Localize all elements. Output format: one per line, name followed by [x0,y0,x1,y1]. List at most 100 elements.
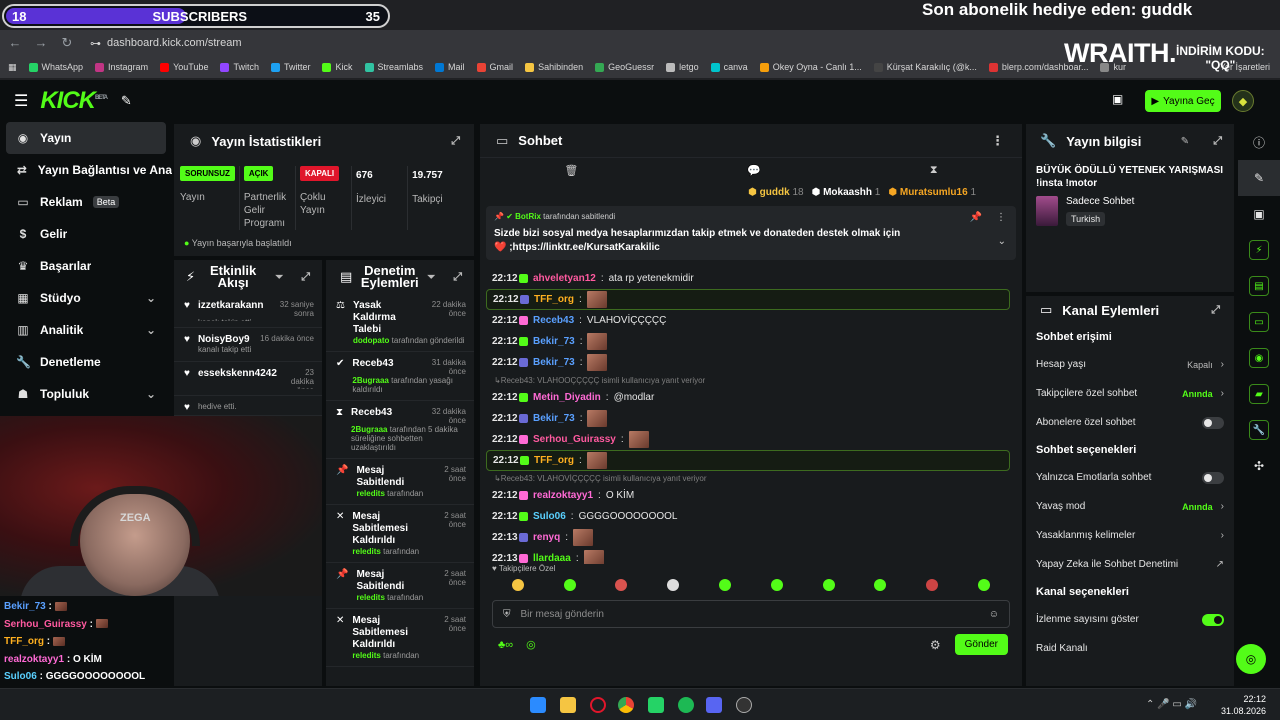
emote-icon[interactable] [822,579,835,591]
back-icon[interactable]: ← [4,33,26,53]
info-icon[interactable]: ⓘ [1238,124,1280,160]
send-button[interactable]: Gönder [954,634,1008,655]
emote-icon[interactable] [978,579,991,591]
discord-icon[interactable] [706,697,722,713]
users-icon[interactable]: ♣∞ ◎ [498,638,536,651]
expand-icon[interactable]: ⤢ [453,271,462,284]
toggle-switch[interactable] [1202,416,1224,429]
mod-action-actor[interactable]: 2Bugraaa [351,425,387,434]
leader-entry[interactable]: ⬢ guddk 18 [748,187,803,198]
sidebar-item-achievements[interactable]: ♛ Başarılar [0,250,172,282]
chat-bubble-icon[interactable]: 💬 [747,164,761,177]
channel-option-row[interactable]: Raid Kanalı [1026,634,1234,663]
filter-icon[interactable]: ⏷ [427,272,435,283]
bookmark-item[interactable]: WhatsApp [28,62,83,72]
channel-option-row[interactable]: Abonelere özel sohbet [1026,408,1234,437]
wrench-icon[interactable]: 🔧 [1238,412,1280,448]
emote-icon[interactable] [926,579,939,591]
emoji-icon[interactable]: ☺ [989,609,999,620]
mod-action-actor[interactable]: reledits [356,593,384,602]
bookmark-item[interactable]: Mail [435,62,465,72]
channel-option-row[interactable]: Yalnızca Emotlarla sohbet [1026,463,1234,492]
bookmark-item[interactable]: Kürşat Karakılıç (@k... [873,62,977,72]
emote-icon[interactable] [667,579,680,591]
bookmark-item[interactable]: Twitch [220,62,259,72]
avatar[interactable]: ◆ [1232,90,1254,112]
more-icon[interactable]: ⋮ [991,133,1004,149]
apps-icon[interactable]: ▦ [8,62,17,73]
mod-action-actor[interactable]: dodopato [353,336,389,345]
emote-icon[interactable] [615,579,628,591]
activity-user[interactable]: essekskenn4242 [198,368,277,389]
bookmark-item[interactable]: GeoGuessr [595,62,654,72]
activity-user[interactable]: NoisyBoy9 [198,334,250,345]
activity-user[interactable]: izzetkarakann [198,300,264,318]
site-info-icon[interactable]: ⊶ [90,37,101,50]
edit-icon[interactable]: ✎ [1181,136,1189,147]
forward-icon[interactable]: → [30,33,52,53]
spotify-icon[interactable] [678,697,694,713]
toggle-switch[interactable] [1202,613,1224,626]
sidebar-item-stream[interactable]: ◉ Yayın [6,122,166,154]
mic-off-icon[interactable]: ▣ [1112,92,1123,106]
puzzle-icon[interactable]: ✣ [1238,448,1280,484]
go-live-button[interactable]: ▶ Yayına Geç [1145,90,1221,112]
help-fab[interactable]: ◎ [1236,644,1266,674]
message-user[interactable]: TFF_org [534,294,574,305]
expand-icon[interactable]: ⤢ [451,135,460,148]
message-user[interactable]: renyq [533,532,560,543]
mod-action-actor[interactable]: 2Bugraaa [352,376,388,385]
emote-icon[interactable] [874,579,887,591]
chevron-down-icon[interactable]: ⌄ [146,387,156,401]
expand-icon[interactable]: ⤢ [1213,135,1222,148]
message-user[interactable]: realzoktayy1 [533,490,593,501]
emote-icon[interactable] [511,579,524,591]
channel-option-row[interactable]: Yavaş mod Anında › [1026,492,1234,521]
leader-entry[interactable]: ⬢ Mokaashh 1 [812,187,881,198]
mod-action-actor[interactable]: reledits [356,489,384,498]
message-user[interactable]: Metin_Diyadin [533,392,601,403]
message-user[interactable]: Serhou_Guirassy [533,434,616,445]
unpin-icon[interactable]: 📌 [970,212,982,223]
emote-icon[interactable] [563,579,576,591]
bookmark-item[interactable]: Sahibinden [525,62,583,72]
hourglass-icon[interactable]: ⧗ [930,164,938,177]
bookmark-item[interactable]: letgo [666,62,699,72]
files-icon[interactable] [560,697,576,713]
expand-icon[interactable]: ⤢ [301,271,310,284]
emote-icon[interactable] [719,579,732,591]
chrome-icon[interactable] [618,697,634,713]
bookmark-item[interactable]: YouTube [160,62,208,72]
emote-icon[interactable] [770,579,783,591]
sidebar-item-revenue[interactable]: $ Gelir [0,218,172,250]
message-user[interactable]: Bekir_73 [533,336,575,347]
channel-option-row[interactable]: Yasaklanmış kelimeler › [1026,521,1234,550]
obs-icon[interactable] [736,697,752,713]
bookmark-item[interactable]: Instagram [95,62,148,72]
bookmark-item[interactable]: Streamlabs [364,62,423,72]
sidebar-item-connection[interactable]: ⇄ Yayın Bağlantısı ve Anahtarı [0,154,172,186]
stats-icon[interactable]: ◉ [1238,340,1280,376]
message-user[interactable]: Receb43 [533,315,574,326]
bookmark-item[interactable]: canva [710,62,748,72]
message-user[interactable]: ahveletyan12 [533,273,596,284]
more-icon[interactable]: ⋮ [996,212,1006,223]
opera-icon[interactable] [590,697,606,713]
sidebar-item-ads[interactable]: ▭ Reklam Beta [0,186,172,218]
leader-entry[interactable]: ⬢ Muratsumlu16 1 [888,187,976,198]
chevron-down-icon[interactable]: ⌄ [146,291,156,305]
reload-icon[interactable]: ↻ [56,33,78,53]
channel-option-row[interactable]: İzlenme sayısını göster [1026,605,1234,634]
sidebar-item-analytics[interactable]: ▥ Analitik ⌄ [0,314,172,346]
folder-icon[interactable]: ▰ [1238,376,1280,412]
channel-option-row[interactable]: Takipçilere özel sohbet Anında › [1026,379,1234,408]
sidebar-item-moderation[interactable]: 🔧 Denetleme [0,346,172,378]
message-user[interactable]: Bekir_73 [533,357,575,368]
pin-icon[interactable]: ✎ [121,93,132,109]
camera-icon[interactable]: ▣ [1238,196,1280,232]
mod-action-actor[interactable]: reledits [352,547,380,556]
whatsapp-icon[interactable] [648,697,664,713]
mod-action-actor[interactable]: reledits [352,651,380,660]
menu-icon[interactable]: ☰ [14,91,28,111]
bookmark-item[interactable]: Twitter [270,62,310,72]
